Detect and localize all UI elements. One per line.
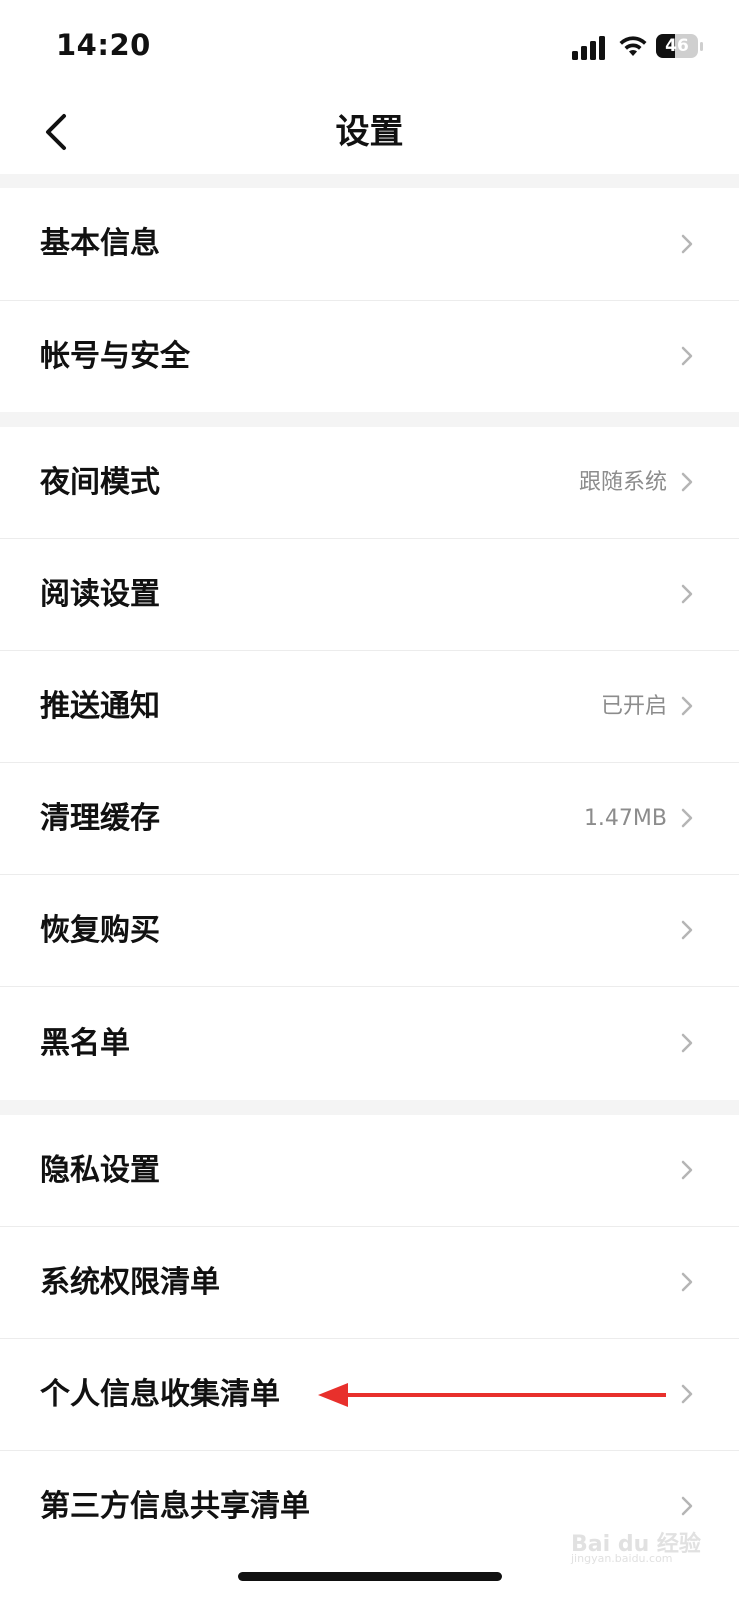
settings-item-account-security[interactable]: 帐号与安全 (0, 301, 739, 412)
battery-percent: 46 (665, 36, 689, 56)
settings-item-label: 黑名单 (40, 1026, 130, 1061)
settings-item-label: 清理缓存 (40, 801, 160, 836)
settings-item-label: 系统权限清单 (40, 1265, 220, 1300)
settings-item-label: 帐号与安全 (40, 339, 190, 374)
settings-item-clear-cache[interactable]: 清理缓存 1.47MB (0, 763, 739, 874)
chevron-right-icon (681, 346, 693, 366)
settings-item-label: 第三方信息共享清单 (40, 1489, 310, 1524)
status-time: 14:20 (56, 28, 151, 62)
settings-item-value: 跟随系统 (578, 470, 667, 495)
settings-item-value: 已开启 (600, 694, 667, 719)
settings-item-restore-purchase[interactable]: 恢复购买 (0, 875, 739, 986)
settings-item-label: 个人信息收集清单 (40, 1377, 280, 1412)
nav-bar: 设置 (0, 90, 739, 174)
chevron-right-icon (681, 1272, 693, 1292)
status-bar: 14:20 46 (0, 0, 739, 90)
signal-icon (572, 36, 605, 60)
page-title: 设置 (335, 112, 404, 152)
red-arrow-annotation (318, 1383, 666, 1407)
chevron-right-icon (681, 234, 693, 254)
wifi-icon (619, 36, 647, 56)
settings-item-label: 基本信息 (40, 226, 160, 261)
home-indicator[interactable] (238, 1572, 502, 1581)
settings-item-night-mode[interactable]: 夜间模式 跟随系统 (0, 427, 739, 538)
settings-item-label: 隐私设置 (40, 1153, 160, 1188)
section-gap (0, 1100, 739, 1115)
settings-item-blacklist[interactable]: 黑名单 (0, 987, 739, 1100)
settings-item-label: 阅读设置 (40, 577, 160, 612)
chevron-right-icon (681, 472, 693, 492)
chevron-right-icon (681, 696, 693, 716)
chevron-right-icon (681, 1384, 693, 1404)
battery-icon: 46 (656, 34, 704, 60)
settings-item-privacy-settings[interactable]: 隐私设置 (0, 1115, 739, 1226)
settings-item-label: 夜间模式 (40, 465, 160, 500)
baidu-watermark: Bai du 经验 jingyan.baidu.com (565, 1502, 725, 1565)
section-gap (0, 412, 739, 427)
settings-item-value: 1.47MB (583, 806, 667, 831)
chevron-right-icon (681, 1160, 693, 1180)
chevron-right-icon (681, 584, 693, 604)
settings-item-system-permissions[interactable]: 系统权限清单 (0, 1227, 739, 1338)
settings-item-label: 推送通知 (40, 689, 160, 724)
watermark-sub: jingyan.baidu.com (571, 1552, 673, 1565)
chevron-right-icon (681, 1033, 693, 1053)
section-gap (0, 174, 739, 188)
settings-item-basic-info[interactable]: 基本信息 (0, 188, 739, 300)
settings-item-reading-settings[interactable]: 阅读设置 (0, 539, 739, 650)
chevron-right-icon (681, 808, 693, 828)
chevron-right-icon (681, 920, 693, 940)
settings-item-push-notifications[interactable]: 推送通知 已开启 (0, 651, 739, 762)
settings-item-label: 恢复购买 (40, 913, 160, 948)
